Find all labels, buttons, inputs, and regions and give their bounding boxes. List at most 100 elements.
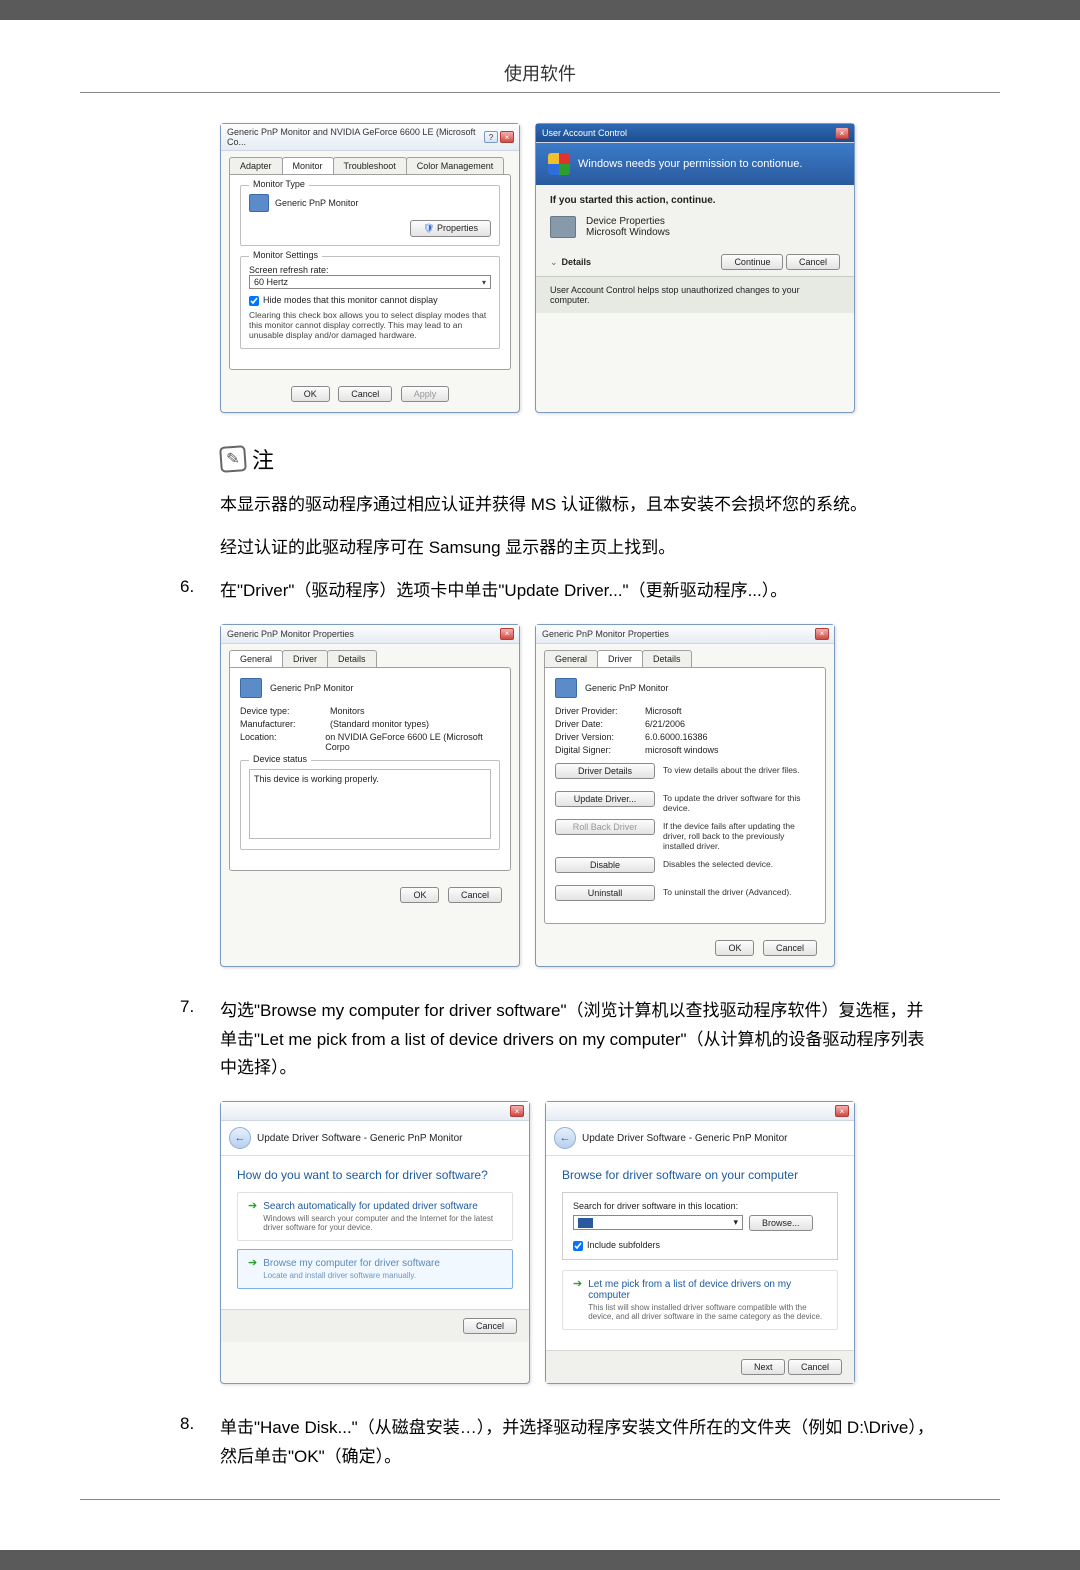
monitor-type-legend: Monitor Type bbox=[249, 179, 309, 189]
help-icon[interactable]: ? bbox=[484, 131, 498, 143]
tab-general[interactable]: General bbox=[229, 650, 283, 667]
props1-header-name: Generic PnP Monitor bbox=[270, 683, 353, 693]
refresh-rate-select[interactable]: 60 Hertz▾ bbox=[249, 275, 491, 289]
monitor-icon bbox=[249, 194, 269, 212]
monitor-settings-legend: Monitor Settings bbox=[249, 250, 322, 260]
hide-modes-label: Hide modes that this monitor cannot disp… bbox=[263, 295, 438, 305]
cancel-button[interactable]: Cancel bbox=[448, 887, 502, 903]
arrow-icon: ➔ bbox=[573, 1279, 582, 1321]
back-icon[interactable]: ← bbox=[554, 1127, 576, 1149]
ok-button[interactable]: OK bbox=[715, 940, 754, 956]
close-icon[interactable]: × bbox=[500, 628, 514, 640]
wiz2-search-label: Search for driver software in this locat… bbox=[573, 1201, 827, 1211]
device-type-value: Monitors bbox=[330, 706, 365, 716]
version-label: Driver Version: bbox=[555, 732, 645, 742]
wiz1-option-auto[interactable]: ➔ Search automatically for updated drive… bbox=[237, 1192, 513, 1241]
shield-icon bbox=[548, 153, 570, 175]
continue-button[interactable]: Continue bbox=[721, 254, 783, 270]
manufacturer-value: (Standard monitor types) bbox=[330, 719, 429, 729]
props1-title: Generic PnP Monitor Properties bbox=[227, 629, 354, 639]
uac-ms-windows: Microsoft Windows bbox=[586, 227, 670, 238]
tab-driver[interactable]: Driver bbox=[597, 650, 643, 667]
device-status-text: This device is working properly. bbox=[249, 769, 491, 839]
screenshot-row-2: Generic PnP Monitor Properties × General… bbox=[220, 624, 940, 967]
back-icon[interactable]: ← bbox=[229, 1127, 251, 1149]
device-status-legend: Device status bbox=[249, 754, 311, 764]
path-combo[interactable]: ▾ bbox=[573, 1215, 743, 1230]
update-driver-desc: To update the driver software for this d… bbox=[663, 791, 815, 813]
tab-troubleshoot[interactable]: Troubleshoot bbox=[333, 157, 407, 174]
rollback-driver-desc: If the device fails after updating the d… bbox=[663, 819, 815, 851]
uninstall-button[interactable]: Uninstall bbox=[555, 885, 655, 901]
location-value: on NVIDIA GeForce 6600 LE (Microsoft Cor… bbox=[325, 732, 500, 752]
tab-details[interactable]: Details bbox=[642, 650, 692, 667]
uac-details-toggle[interactable]: Details bbox=[562, 257, 592, 267]
wiz1-option-browse[interactable]: ➔ Browse my computer for driver software… bbox=[237, 1249, 513, 1289]
device-type-label: Device type: bbox=[240, 706, 330, 716]
cancel-button[interactable]: Cancel bbox=[763, 940, 817, 956]
browse-button[interactable]: Browse... bbox=[749, 1215, 813, 1231]
ok-button[interactable]: OK bbox=[400, 887, 439, 903]
rollback-driver-button[interactable]: Roll Back Driver bbox=[555, 819, 655, 835]
ok-button[interactable]: OK bbox=[291, 386, 330, 402]
driver-details-desc: To view details about the driver files. bbox=[663, 763, 815, 775]
tab-adapter[interactable]: Adapter bbox=[229, 157, 283, 174]
wizard-browse-dialog: × ← Update Driver Software - Generic PnP… bbox=[545, 1101, 855, 1384]
cancel-button[interactable]: Cancel bbox=[788, 1359, 842, 1375]
tab-color-management[interactable]: Color Management bbox=[406, 157, 505, 174]
props2-header-name: Generic PnP Monitor bbox=[585, 683, 668, 693]
driver-details-button[interactable]: Driver Details bbox=[555, 763, 655, 779]
para-1: 本显示器的驱动程序通过相应认证并获得 MS 认证徽标，且本安装不会损坏您的系统。 bbox=[220, 491, 940, 520]
properties-button[interactable]: 🛡 Properties bbox=[410, 220, 491, 237]
wiz2-crumb: Update Driver Software - Generic PnP Mon… bbox=[582, 1133, 787, 1144]
wiz2-opt-title: Let me pick from a list of device driver… bbox=[588, 1279, 827, 1301]
wiz1-opt2-title: Browse my computer for driver software bbox=[263, 1258, 502, 1269]
location-label: Location: bbox=[240, 732, 325, 752]
tab-details[interactable]: Details bbox=[327, 650, 377, 667]
hide-modes-desc: Clearing this check box allows you to se… bbox=[249, 310, 491, 340]
wiz2-opt-desc: This list will show installed driver sof… bbox=[588, 1303, 827, 1321]
uac-title: User Account Control bbox=[542, 128, 627, 138]
tab-driver[interactable]: Driver bbox=[282, 650, 328, 667]
tab-general[interactable]: General bbox=[544, 650, 598, 667]
wiz1-crumb: Update Driver Software - Generic PnP Mon… bbox=[257, 1133, 462, 1144]
disable-button[interactable]: Disable bbox=[555, 857, 655, 873]
page-header: 使用软件 bbox=[80, 60, 1000, 86]
apply-button[interactable]: Apply bbox=[401, 386, 450, 402]
tab-monitor[interactable]: Monitor bbox=[282, 157, 334, 174]
monitor-name: Generic PnP Monitor bbox=[275, 198, 358, 208]
cancel-button[interactable]: Cancel bbox=[786, 254, 840, 270]
version-value: 6.0.6000.16386 bbox=[645, 732, 708, 742]
wiz1-opt1-desc: Windows will search your computer and th… bbox=[263, 1214, 502, 1232]
step-8-number: 8. bbox=[180, 1414, 220, 1472]
hide-modes-checkbox[interactable] bbox=[249, 296, 259, 306]
step-7-number: 7. bbox=[180, 997, 220, 1084]
close-icon[interactable]: × bbox=[510, 1105, 524, 1117]
disable-desc: Disables the selected device. bbox=[663, 857, 815, 869]
uac-device-properties: Device Properties bbox=[586, 216, 670, 227]
wiz2-option-pick[interactable]: ➔ Let me pick from a list of device driv… bbox=[562, 1270, 838, 1330]
monitor-tabs: Adapter Monitor Troubleshoot Color Manag… bbox=[221, 151, 519, 174]
provider-label: Driver Provider: bbox=[555, 706, 645, 716]
update-driver-button[interactable]: Update Driver... bbox=[555, 791, 655, 807]
date-label: Driver Date: bbox=[555, 719, 645, 729]
footer-rule bbox=[80, 1499, 1000, 1500]
screenshot-row-3: × ← Update Driver Software - Generic PnP… bbox=[220, 1101, 940, 1384]
arrow-icon: ➔ bbox=[248, 1201, 257, 1232]
uninstall-desc: To uninstall the driver (Advanced). bbox=[663, 885, 815, 897]
cancel-button[interactable]: Cancel bbox=[338, 386, 392, 402]
step-8-text: 单击"Have Disk..."（从磁盘安装…），并选择驱动程序安装文件所在的文… bbox=[220, 1414, 940, 1472]
include-subfolders-label: Include subfolders bbox=[587, 1240, 660, 1250]
para-2: 经过认证的此驱动程序可在 Samsung 显示器的主页上找到。 bbox=[220, 534, 940, 563]
include-subfolders-checkbox[interactable] bbox=[573, 1241, 583, 1251]
close-icon[interactable]: × bbox=[835, 127, 849, 139]
manufacturer-label: Manufacturer: bbox=[240, 719, 330, 729]
signer-value: microsoft windows bbox=[645, 745, 719, 755]
close-icon[interactable]: × bbox=[500, 131, 514, 143]
monitor-icon bbox=[555, 678, 577, 698]
next-button[interactable]: Next bbox=[741, 1359, 786, 1375]
close-icon[interactable]: × bbox=[815, 628, 829, 640]
close-icon[interactable]: × bbox=[835, 1105, 849, 1117]
chevron-down-icon[interactable]: ⌄ bbox=[550, 257, 558, 268]
cancel-button[interactable]: Cancel bbox=[463, 1318, 517, 1334]
